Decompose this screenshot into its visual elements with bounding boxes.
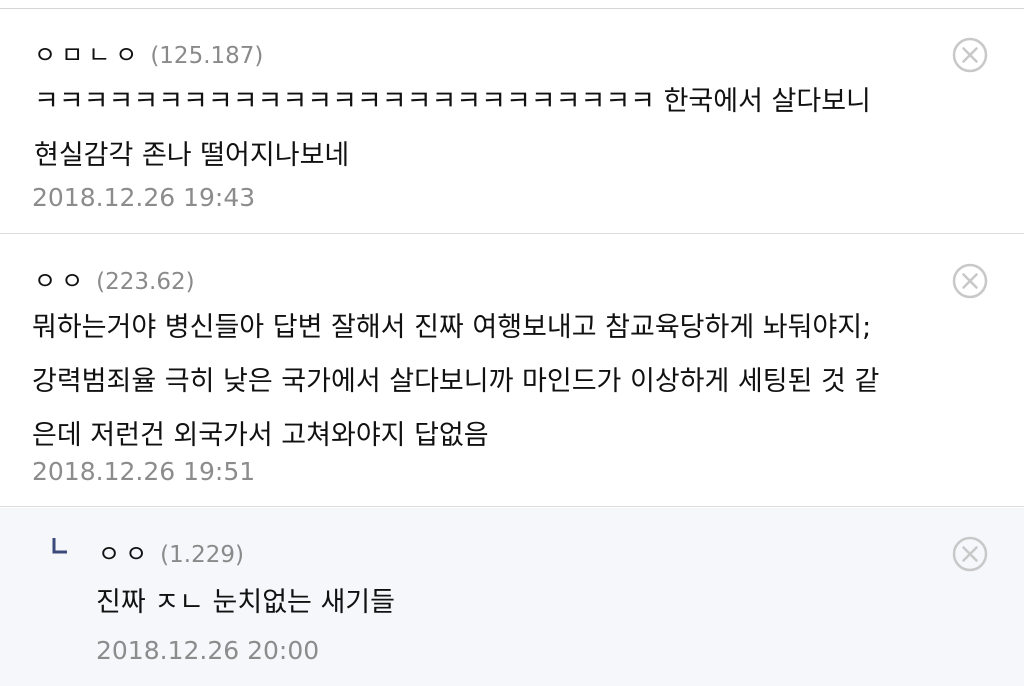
comment-nickname[interactable]: ㅇㅁㄴㅇ — [34, 35, 142, 70]
comment-item: ㅇㅁㄴㅇ (125.187) ㅋㅋㅋㅋㅋㅋㅋㅋㅋㅋㅋㅋㅋㅋㅋㅋㅋㅋㅋㅋㅋㅋㅋㅋㅋ… — [0, 9, 1024, 234]
comment-item: ㅇㅇ (223.62) 뭐하는거야 병신들아 답변 잘해서 진짜 여행보내고 참… — [0, 235, 1024, 507]
comment-timestamp: 2018.12.26 19:51 — [32, 457, 256, 486]
comment-user-score: (125.187) — [150, 43, 264, 69]
circle-x-icon[interactable] — [952, 536, 988, 572]
comment-text-line: 뭐하는거야 병신들아 답변 잘해서 진짜 여행보내고 참교육당하게 놔둬야지; — [32, 312, 872, 343]
comment-text: 뭐하는거야 병신들아 답변 잘해서 진짜 여행보내고 참교육당하게 놔둬야지; … — [32, 301, 879, 463]
comment-text-line: 진짜 ㅈㄴ 눈치없는 새기들 — [96, 587, 395, 618]
comment-header: ㅇㅇ (1.229) — [98, 534, 244, 569]
comment-timestamp: 2018.12.26 20:00 — [96, 636, 320, 665]
comment-header: ㅇㅁㄴㅇ (125.187) — [34, 35, 263, 70]
comment-header: ㅇㅇ (223.62) — [34, 261, 195, 296]
circle-x-icon[interactable] — [952, 37, 988, 73]
comment-text: ㅋㅋㅋㅋㅋㅋㅋㅋㅋㅋㅋㅋㅋㅋㅋㅋㅋㅋㅋㅋㅋㅋㅋㅋㅋ 한국에서 살다보니 현실감각… — [34, 75, 871, 183]
comment-timestamp: 2018.12.26 19:43 — [32, 183, 256, 212]
comment-text-line: 은데 저런건 외국가서 고쳐와야지 답없음 — [32, 420, 489, 451]
comment-nickname[interactable]: ㅇㅇ — [98, 534, 152, 569]
comment-user-score: (223.62) — [96, 269, 195, 295]
comment-nickname[interactable]: ㅇㅇ — [34, 261, 88, 296]
reply-arrow-icon — [52, 538, 67, 554]
reply-comment-item: ㅇㅇ (1.229) 진짜 ㅈㄴ 눈치없는 새기들 2018.12.26 20:… — [0, 508, 1024, 686]
comment-text-line: 현실감각 존나 떨어지나보네 — [34, 140, 350, 171]
comment-text: 진짜 ㅈㄴ 눈치없는 새기들 — [96, 576, 395, 630]
comment-text-line: 강력범죄율 극히 낮은 국가에서 살다보니까 마인드가 이상하게 세팅된 것 같 — [32, 366, 880, 397]
comment-text-line: ㅋㅋㅋㅋㅋㅋㅋㅋㅋㅋㅋㅋㅋㅋㅋㅋㅋㅋㅋㅋㅋㅋㅋㅋㅋ 한국에서 살다보니 — [34, 86, 871, 117]
comment-user-score: (1.229) — [160, 542, 244, 568]
top-divider — [0, 0, 1024, 9]
circle-x-icon[interactable] — [952, 263, 988, 299]
